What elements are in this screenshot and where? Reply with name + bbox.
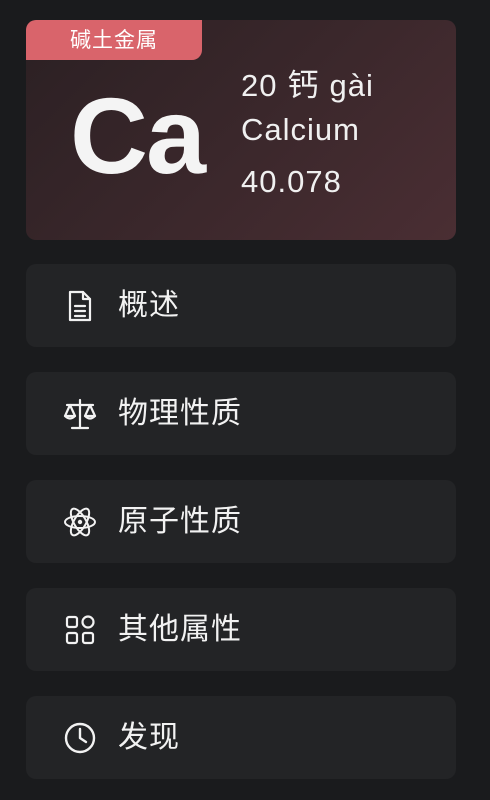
scale-icon bbox=[62, 396, 98, 432]
menu-item-label: 概述 bbox=[118, 288, 180, 323]
menu-item-label: 物理性质 bbox=[118, 396, 242, 431]
category-badge: 碱土金属 bbox=[26, 20, 202, 60]
atom-icon bbox=[62, 504, 98, 540]
element-symbol: Ca bbox=[70, 75, 206, 196]
menu-item-label: 其他属性 bbox=[118, 612, 242, 647]
chinese-name: 钙 bbox=[287, 68, 320, 103]
menu-item-overview[interactable]: 概述 bbox=[26, 264, 456, 347]
menu-item-atomic-properties[interactable]: 原子性质 bbox=[26, 480, 456, 563]
element-number-name-line: 20 钙 gài bbox=[241, 60, 374, 105]
english-name: Calcium bbox=[241, 112, 360, 147]
element-detail-page: 碱土金属 Ca 20 钙 gài Calcium 40.078 概述 物理性质 … bbox=[0, 0, 490, 800]
clock-icon bbox=[62, 720, 98, 756]
menu-item-label: 发现 bbox=[118, 720, 180, 755]
menu-item-other-properties[interactable]: 其他属性 bbox=[26, 588, 456, 671]
menu-item-discovery[interactable]: 发现 bbox=[26, 696, 456, 779]
menu-item-label: 原子性质 bbox=[118, 504, 242, 539]
atomic-mass: 40.078 bbox=[241, 164, 342, 199]
grid-icon bbox=[62, 612, 98, 648]
menu-item-physical-properties[interactable]: 物理性质 bbox=[26, 372, 456, 455]
document-icon bbox=[62, 288, 98, 324]
element-card: 碱土金属 Ca 20 钙 gài Calcium 40.078 bbox=[26, 20, 456, 240]
pinyin: gài bbox=[329, 68, 374, 103]
atomic-number: 20 bbox=[241, 68, 278, 103]
